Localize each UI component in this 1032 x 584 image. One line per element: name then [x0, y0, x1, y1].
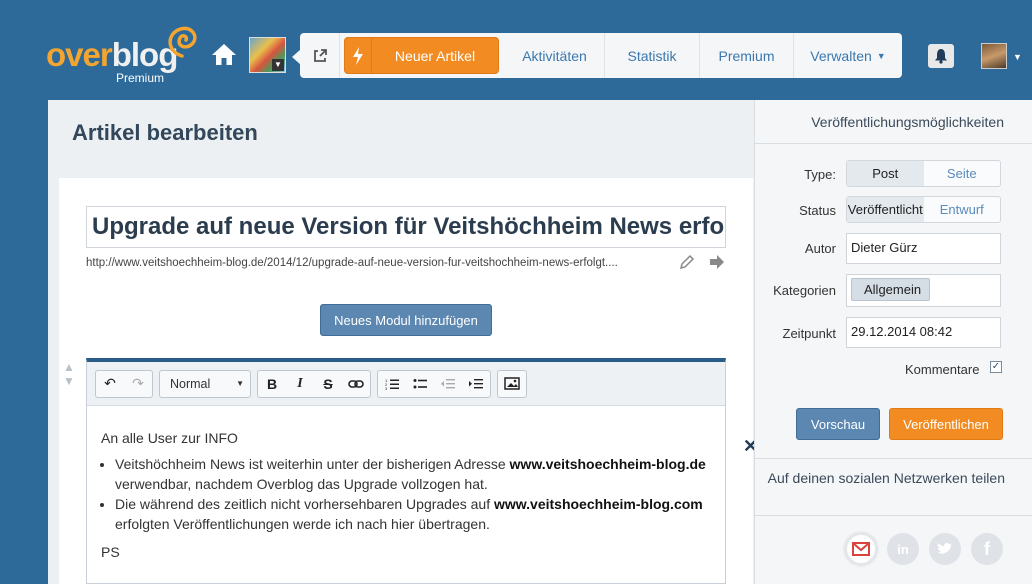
status-label: Status — [799, 203, 836, 218]
user-avatar[interactable] — [981, 43, 1007, 69]
arrow-right-icon[interactable] — [709, 255, 725, 269]
pencil-icon[interactable] — [679, 254, 695, 270]
editor-content[interactable]: An alle User zur INFO Veitshöchheim News… — [87, 406, 725, 562]
comments-checkbox[interactable]: ✓ — [990, 361, 1002, 373]
format-select[interactable]: Normal ▼ — [159, 369, 251, 398]
text-editor-module: ↶ ↷ Normal ▼ B I S 123 An alle User zur … — [86, 358, 726, 584]
gmail-icon — [852, 542, 870, 556]
text-style-group: B I S — [257, 369, 371, 398]
type-toggle: Post Seite — [846, 160, 1001, 187]
type-option-seite[interactable]: Seite — [924, 161, 1001, 186]
twitter-icon — [937, 542, 952, 554]
logo-wordmark: overblog — [46, 36, 178, 74]
media-group — [497, 369, 527, 398]
undo-icon[interactable]: ↶ — [96, 371, 124, 397]
history-group: ↶ ↷ — [95, 369, 153, 398]
list-item-bold-url: www.veitshoechheim-blog.com — [494, 496, 703, 512]
list-item-text: verwendbar, nachdem Overblog das Upgrade… — [115, 476, 488, 492]
editor-intro-line: An alle User zur INFO — [101, 430, 238, 446]
main-panel: Artikel bearbeiten Upgrade auf neue Vers… — [48, 100, 758, 584]
lightning-icon — [345, 38, 372, 73]
list-item: Die während des zeitlich nicht vorherseh… — [115, 494, 711, 534]
svg-text:3: 3 — [385, 386, 388, 390]
nav-item-statistik[interactable]: Statistik — [605, 33, 700, 78]
list-item: Veitshöchheim News ist weiterhin unter d… — [115, 454, 711, 494]
facebook-icon: f — [984, 538, 990, 559]
bold-icon[interactable]: B — [258, 371, 286, 397]
move-handle-icon[interactable]: ▲ ▼ — [63, 360, 75, 388]
list-item-bold-url: www.veitshoechheim-blog.de — [509, 456, 706, 472]
outdent-icon[interactable] — [434, 371, 462, 397]
publish-button[interactable]: Veröffentlichen — [889, 408, 1003, 440]
blog-selector-thumbnail[interactable]: ▼ — [249, 37, 286, 73]
category-tag[interactable]: Allgemein — [851, 278, 931, 301]
chevron-down-icon: ▼ — [236, 379, 244, 388]
article-url: http://www.veitshoechheim-blog.de/2014/1… — [86, 257, 618, 269]
category-field[interactable]: Allgemein — [846, 274, 1001, 307]
strikethrough-icon[interactable]: S — [314, 371, 342, 397]
nav-item-verwalten[interactable]: Verwalten ▼ — [794, 33, 902, 78]
redo-icon[interactable]: ↷ — [124, 371, 152, 397]
status-option-published[interactable]: Veröffentlicht — [847, 197, 924, 222]
gmail-share-button[interactable] — [845, 533, 877, 565]
article-card: Upgrade auf neue Version für Veitshöchhe… — [59, 178, 758, 584]
notifications-button[interactable] — [928, 44, 954, 68]
logo-swirl-icon — [168, 26, 197, 58]
author-label: Autor — [804, 241, 836, 256]
chevron-down-icon: ▼ — [876, 50, 886, 61]
italic-icon[interactable]: I — [286, 371, 314, 397]
bullet-list-icon[interactable] — [406, 371, 434, 397]
new-article-button[interactable]: Neuer Artikel — [344, 37, 499, 74]
bell-icon — [935, 49, 947, 64]
status-option-draft[interactable]: Entwurf — [924, 197, 1001, 222]
list-group: 123 — [377, 369, 491, 398]
new-article-label: Neuer Artikel — [394, 47, 476, 64]
time-label: Zeitpunkt — [782, 326, 836, 341]
chevron-down-icon: ▼ — [272, 59, 284, 71]
comments-label: Kommentare — [905, 362, 980, 377]
list-item-text: Die während des zeitlich nicht vorherseh… — [115, 496, 494, 512]
list-item-text: Veitshöchheim News ist weiterhin unter d… — [115, 456, 510, 472]
add-module-button[interactable]: Neues Modul hinzufügen — [320, 304, 492, 336]
twitter-share-button[interactable] — [929, 533, 961, 565]
ordered-list-icon[interactable]: 123 — [378, 371, 406, 397]
publish-time-field[interactable]: 29.12.2014 08:42 — [846, 317, 1001, 348]
publish-options-sidebar: Veröffentlichungsmöglichkeiten Type: Pos… — [754, 100, 1032, 584]
article-title-input[interactable]: Upgrade auf neue Version für Veitshöchhe… — [86, 206, 726, 248]
indent-icon[interactable] — [462, 371, 490, 397]
external-link-button[interactable] — [300, 33, 340, 78]
editor-toolbar: ↶ ↷ Normal ▼ B I S 123 — [87, 362, 725, 406]
format-select-value: Normal — [170, 376, 211, 391]
overblog-logo[interactable]: overblog Premium — [46, 22, 206, 86]
editor-bullet-list: Veitshöchheim News ist weiterhin unter d… — [115, 454, 711, 534]
list-item-text: erfolgten Veröffentlichungen werde ich n… — [115, 516, 490, 532]
logo-premium-label: Premium — [116, 71, 165, 85]
status-toggle: Veröffentlicht Entwurf — [846, 196, 1001, 223]
linkedin-icon: in — [897, 541, 909, 557]
type-option-post[interactable]: Post — [847, 161, 924, 186]
preview-button[interactable]: Vorschau — [796, 408, 880, 440]
nav-verwalten-label: Verwalten — [810, 47, 872, 64]
publish-options-header: Veröffentlichungsmöglichkeiten — [755, 100, 1032, 144]
nav-item-aktivitaeten[interactable]: Aktivitäten — [505, 33, 605, 78]
logo-over: over — [46, 36, 113, 73]
page-title: Artikel bearbeiten — [72, 120, 258, 145]
category-label: Kategorien — [773, 283, 836, 298]
type-label: Type: — [804, 167, 836, 182]
nav-item-premium[interactable]: Premium — [700, 33, 794, 78]
linkedin-share-button[interactable]: in — [887, 533, 919, 565]
top-navigation: Neuer Artikel Aktivitäten Statistik Prem… — [300, 33, 902, 78]
external-link-icon — [313, 48, 327, 62]
author-field[interactable]: Dieter Gürz — [846, 233, 1001, 264]
home-icon[interactable] — [210, 40, 238, 68]
facebook-share-button[interactable]: f — [971, 533, 1003, 565]
social-share-header: Auf deinen sozialen Netzwerken teilen — [755, 458, 1032, 516]
link-icon[interactable] — [342, 371, 370, 397]
image-icon[interactable] — [498, 371, 526, 397]
editor-ps-line: PS — [101, 544, 120, 560]
chevron-down-icon[interactable]: ▼ — [1013, 52, 1022, 62]
